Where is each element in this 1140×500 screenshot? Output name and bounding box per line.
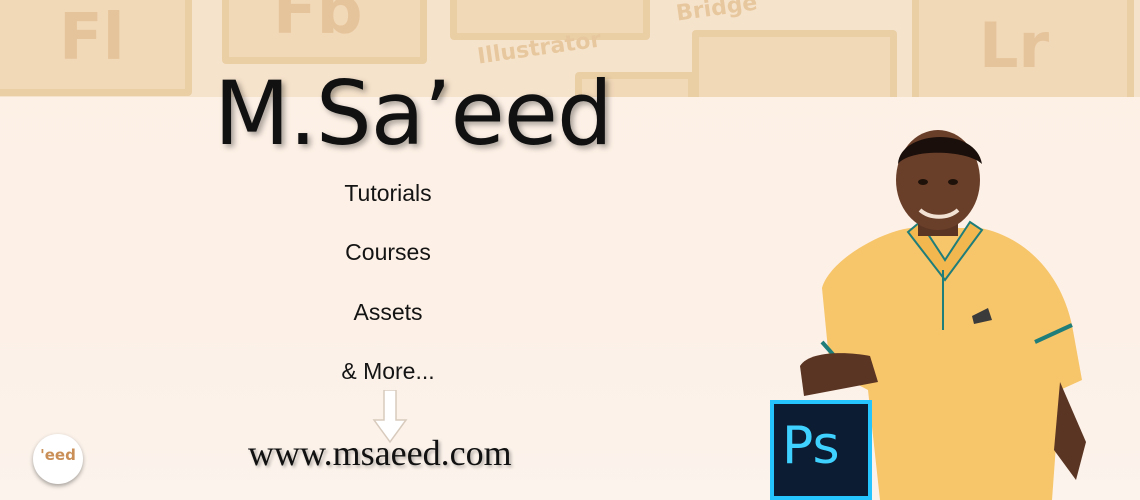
tile-mid <box>692 30 897 97</box>
tile-bridge-label: Bridge <box>674 0 759 27</box>
logo-badge: 'eed <box>33 434 83 484</box>
tile-fb: Fb <box>222 0 427 64</box>
menu-item-tutorials[interactable]: Tutorials <box>288 180 488 207</box>
tile-fl-label: Fl <box>59 1 125 75</box>
tile-fb-label: Fb <box>273 0 363 49</box>
website-link[interactable]: www.msaeed.com <box>248 432 512 474</box>
tile-lr: Lr <box>912 0 1134 97</box>
brand-name: M.Sa’eed <box>214 62 613 165</box>
photoshop-icon-label: Ps <box>782 416 840 476</box>
logo-text: 'eed <box>40 446 76 464</box>
menu-item-assets[interactable]: Assets <box>288 299 488 326</box>
menu-item-more[interactable]: & More... <box>288 358 488 385</box>
photoshop-icon: Ps <box>770 400 872 500</box>
menu-item-courses[interactable]: Courses <box>288 239 488 266</box>
tile-fl: Fl <box>0 0 192 96</box>
tile-lr-label: Lr <box>979 9 1050 82</box>
